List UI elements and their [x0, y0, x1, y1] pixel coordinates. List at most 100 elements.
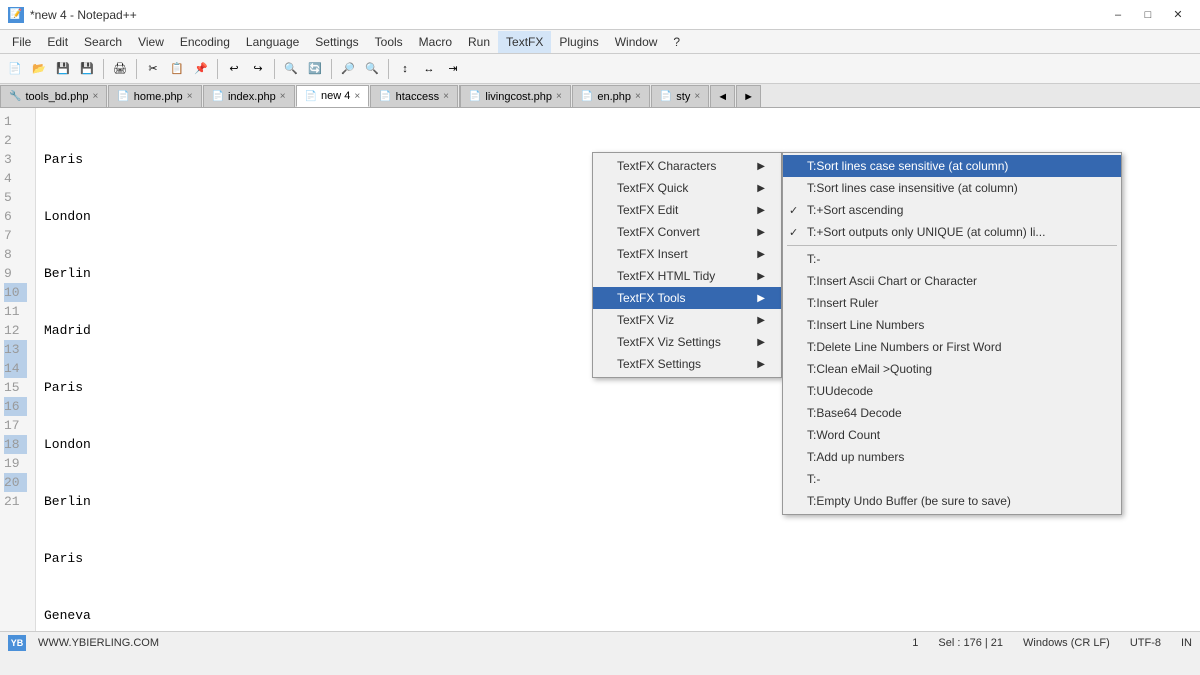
insert-line-numbers[interactable]: T:Insert Line Numbers [783, 314, 1121, 336]
textfx-convert[interactable]: TextFX Convert ▶ [593, 221, 781, 243]
toolbar-zoom-in[interactable]: 🔎 [337, 58, 359, 80]
close-button[interactable]: ✕ [1164, 5, 1192, 25]
sort-ascending[interactable]: ✓ T:+Sort ascending [783, 199, 1121, 221]
toolbar-open[interactable]: 📂 [28, 58, 50, 80]
sort-case-insensitive[interactable]: T:Sort lines case insensitive (at column… [783, 177, 1121, 199]
tab-nav-right[interactable]: ► [736, 85, 761, 107]
toolbar-indent[interactable]: ⇥ [442, 58, 464, 80]
textfx-viz[interactable]: TextFX Viz ▶ [593, 309, 781, 331]
menu-view[interactable]: View [130, 31, 172, 53]
sort-case-sensitive[interactable]: T:Sort lines case sensitive (at column) [783, 155, 1121, 177]
textfx-characters[interactable]: TextFX Characters ▶ [593, 155, 781, 177]
status-ins: IN [1181, 637, 1192, 649]
textfx-quick[interactable]: TextFX Quick ▶ [593, 177, 781, 199]
arrow-icon: ▶ [757, 205, 765, 216]
toolbar-redo[interactable]: ↪ [247, 58, 269, 80]
base64-decode[interactable]: T:Base64 Decode [783, 402, 1121, 424]
textfx-viz-settings[interactable]: TextFX Viz Settings ▶ [593, 331, 781, 353]
tab-icon-index: 📄 [212, 91, 224, 102]
tab-index[interactable]: 📄 index.php × [203, 85, 295, 107]
arrow-icon: ▶ [757, 227, 765, 238]
menu-run[interactable]: Run [460, 31, 498, 53]
tab-icon-en: 📄 [581, 91, 593, 102]
tab-sty[interactable]: 📄 sty × [651, 85, 709, 107]
menu-tools[interactable]: Tools [367, 31, 411, 53]
tab-icon-tools-bd: 🔧 [9, 91, 21, 102]
menu-file[interactable]: File [4, 31, 39, 53]
toolbar: 📄 📂 💾 💾 🖨 ✂ 📋 📌 ↩ ↪ 🔍 🔄 🔎 🔍 ↕ ↔ ⇥ [0, 54, 1200, 84]
line-8: Paris [44, 549, 1192, 568]
tab-tools-bd[interactable]: 🔧 tools_bd.php × [0, 85, 107, 107]
minimize-button[interactable]: – [1104, 5, 1132, 25]
uudecode[interactable]: T:UUdecode [783, 380, 1121, 402]
textfx-tools-submenu[interactable]: T:Sort lines case sensitive (at column) … [782, 152, 1122, 515]
toolbar-save[interactable]: 💾 [52, 58, 74, 80]
maximize-button[interactable]: □ [1134, 5, 1162, 25]
tab-close-sty[interactable]: × [694, 91, 700, 102]
textfx-html-tidy[interactable]: TextFX HTML Tidy ▶ [593, 265, 781, 287]
arrow-icon: ▶ [757, 315, 765, 326]
toolbar-copy[interactable]: 📋 [166, 58, 188, 80]
tab-nav-left[interactable]: ◄ [710, 85, 735, 107]
menu-search[interactable]: Search [76, 31, 130, 53]
textfx-insert[interactable]: TextFX Insert ▶ [593, 243, 781, 265]
delete-line-numbers[interactable]: T:Delete Line Numbers or First Word [783, 336, 1121, 358]
add-up-numbers[interactable]: T:Add up numbers [783, 446, 1121, 468]
toolbar-zoom-out[interactable]: 🔍 [361, 58, 383, 80]
tab-close-en[interactable]: × [635, 91, 641, 102]
tab-icon-sty: 📄 [660, 91, 672, 102]
tab-icon-new4: 📄 [305, 91, 317, 102]
menu-bar: File Edit Search View Encoding Language … [0, 30, 1200, 54]
tab-new4[interactable]: 📄 new 4 × [296, 85, 370, 107]
menu-plugins[interactable]: Plugins [551, 31, 606, 53]
t-dash-1[interactable]: T:- [783, 248, 1121, 270]
tab-close-htaccess[interactable]: × [443, 91, 449, 102]
menu-help[interactable]: ? [665, 31, 688, 53]
toolbar-new[interactable]: 📄 [4, 58, 26, 80]
arrow-icon: ▶ [757, 249, 765, 260]
menu-language[interactable]: Language [238, 31, 307, 53]
toolbar-sep-3 [217, 59, 218, 79]
menu-encoding[interactable]: Encoding [172, 31, 238, 53]
tab-label-en: en.php [597, 91, 631, 103]
status-sel: Sel : 176 | 21 [938, 637, 1003, 649]
menu-edit[interactable]: Edit [39, 31, 76, 53]
tab-close-new4[interactable]: × [354, 91, 360, 102]
textfx-edit[interactable]: TextFX Edit ▶ [593, 199, 781, 221]
toolbar-replace[interactable]: 🔄 [304, 58, 326, 80]
toolbar-save-all[interactable]: 💾 [76, 58, 98, 80]
tab-close-index[interactable]: × [280, 91, 286, 102]
sort-unique[interactable]: ✓ T:+Sort outputs only UNIQUE (at column… [783, 221, 1121, 243]
textfx-dropdown-menu[interactable]: TextFX Characters ▶ TextFX Quick ▶ TextF… [592, 152, 782, 378]
toolbar-paste[interactable]: 📌 [190, 58, 212, 80]
tab-close-livingcost[interactable]: × [556, 91, 562, 102]
tab-close-home[interactable]: × [187, 91, 193, 102]
word-count[interactable]: T:Word Count [783, 424, 1121, 446]
toolbar-find[interactable]: 🔍 [280, 58, 302, 80]
tab-htaccess[interactable]: 📄 htaccess × [370, 85, 458, 107]
tab-close-tools-bd[interactable]: × [92, 91, 98, 102]
tab-home[interactable]: 📄 home.php × [108, 85, 201, 107]
menu-macro[interactable]: Macro [411, 31, 460, 53]
toolbar-sync[interactable]: ↕ [394, 58, 416, 80]
check-icon: ✓ [789, 204, 798, 217]
status-bar: YB WWW.YBIERLING.COM 1 Sel : 176 | 21 Wi… [0, 631, 1200, 653]
insert-ascii-chart[interactable]: T:Insert Ascii Chart or Character [783, 270, 1121, 292]
menu-window[interactable]: Window [607, 31, 666, 53]
toolbar-cut[interactable]: ✂ [142, 58, 164, 80]
menu-settings[interactable]: Settings [307, 31, 366, 53]
status-position: 1 [912, 637, 918, 649]
textfx-settings[interactable]: TextFX Settings ▶ [593, 353, 781, 375]
toolbar-print[interactable]: 🖨 [109, 58, 131, 80]
tab-livingcost[interactable]: 📄 livingcost.php × [460, 85, 571, 107]
tab-en[interactable]: 📄 en.php × [572, 85, 650, 107]
empty-undo-buffer[interactable]: T:Empty Undo Buffer (be sure to save) [783, 490, 1121, 512]
menu-textfx[interactable]: TextFX [498, 31, 551, 53]
insert-ruler[interactable]: T:Insert Ruler [783, 292, 1121, 314]
toolbar-sep-5 [331, 59, 332, 79]
textfx-tools[interactable]: TextFX Tools ▶ [593, 287, 781, 309]
toolbar-undo[interactable]: ↩ [223, 58, 245, 80]
clean-email[interactable]: T:Clean eMail >Quoting [783, 358, 1121, 380]
toolbar-wrap[interactable]: ↔ [418, 58, 440, 80]
t-dash-2[interactable]: T:- [783, 468, 1121, 490]
